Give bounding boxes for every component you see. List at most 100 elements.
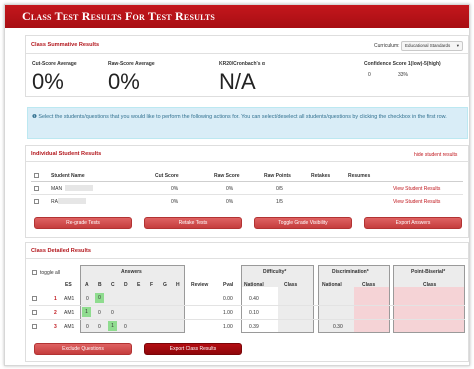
curriculum-select[interactable]: Educational Standards ▾ (401, 41, 463, 51)
discrimination-header: Discrimination* (332, 269, 369, 275)
answer-a: 0 (86, 296, 89, 302)
export-answers-button[interactable]: Export Answers (364, 217, 462, 229)
col-e: E (137, 282, 141, 288)
col-review: Review (191, 282, 209, 288)
col-disc-class: Class (362, 282, 376, 288)
pval-value: 0.00 (223, 296, 233, 302)
col-d: D (124, 282, 128, 288)
answer-b: 0 (98, 310, 101, 316)
kr20-label: KR20/Cronbach's α (219, 61, 265, 67)
answer-a: 1 (82, 307, 91, 317)
student-name: MAN (51, 186, 63, 192)
col-c: C (111, 282, 115, 288)
redacted-name (65, 185, 93, 191)
exclude-questions-button[interactable]: Exclude Questions (34, 343, 132, 355)
confidence-percent: 33% (398, 72, 409, 78)
col-g: G (163, 282, 167, 288)
curriculum-label: Curriculum: (374, 43, 400, 49)
window-title: Class Test Results For Test Results (5, 5, 469, 28)
question-number: 2 (54, 310, 57, 316)
col-diff-class: Class (284, 282, 298, 288)
question-es: AM1 (64, 310, 75, 316)
discrimination-class: 0.30 (333, 324, 343, 330)
student-raw: 0% (226, 186, 234, 192)
col-a: A (85, 282, 89, 288)
row-line (29, 305, 465, 306)
retake-tests-button[interactable]: Retake Tests (144, 217, 242, 229)
view-student-results-link[interactable]: View Student Results (393, 199, 440, 205)
pb-class-column (394, 287, 464, 332)
info-alert: ❶ Select the students/questions that you… (27, 107, 468, 139)
question-es: AM1 (64, 324, 75, 330)
question-checkbox[interactable] (32, 310, 37, 315)
cut-score-value: 0% (32, 69, 64, 94)
question-checkbox[interactable] (32, 296, 37, 301)
header-cut-score: Cut Score (155, 173, 179, 179)
col-pb-class: Class (423, 282, 437, 288)
difficulty-header: Difficulty* (263, 269, 287, 275)
student-checkbox[interactable] (34, 199, 39, 204)
toggle-all-checkbox[interactable] (32, 270, 37, 275)
diff-national-column (242, 287, 278, 332)
difficulty-national: 0.10 (249, 310, 259, 316)
regrade-tests-button[interactable]: Re-grade Tests (34, 217, 132, 229)
question-number: 3 (54, 324, 57, 330)
confidence-label: Confidence Score 1(low)-5(high) (364, 61, 441, 67)
header-student-name: Student Name (51, 173, 85, 179)
disc-class-column (354, 287, 389, 332)
info-text: Select the students/questions that you w… (38, 114, 447, 120)
raw-score-value: 0% (108, 69, 140, 94)
cut-score-label: Cut-Score Average (32, 61, 77, 67)
confidence-number: 0 (368, 72, 371, 78)
individual-title: Individual Student Results (31, 151, 102, 157)
view-student-results-link[interactable]: View Student Results (393, 186, 440, 192)
redacted-name (58, 198, 86, 204)
header-row-line (31, 181, 463, 182)
answer-c: 1 (108, 321, 117, 331)
kr20-value: N/A (219, 69, 256, 94)
col-h: H (176, 282, 180, 288)
answers-header: Answers (121, 269, 142, 275)
question-es: AM1 (64, 296, 75, 302)
header-resumes: Resumes (348, 173, 371, 179)
col-disc-national: National (322, 282, 342, 288)
student-points: 0/5 (276, 186, 283, 192)
detailed-panel: Class Detailed Results toggle all Answer… (25, 242, 469, 362)
header-raw-points: Raw Points (264, 173, 291, 179)
toggle-all-label: toggle all (40, 270, 61, 276)
raw-score-label: Raw-Score Average (108, 61, 155, 67)
curriculum-value: Educational Standards (405, 43, 451, 48)
header-retakes: Retakes (311, 173, 331, 179)
answer-b: 0 (95, 293, 104, 303)
student-raw: 0% (226, 199, 234, 205)
hide-student-results-link[interactable]: hide student results (414, 152, 457, 158)
student-cut: 0% (171, 186, 179, 192)
question-checkbox[interactable] (32, 324, 37, 329)
results-window: Class Test Results For Test Results Clas… (4, 4, 470, 366)
answer-b: 0 (98, 324, 101, 330)
answer-c: 0 (111, 310, 114, 316)
col-b: B (98, 282, 102, 288)
toggle-grade-visibility-button[interactable]: Toggle Grade Visibility (254, 217, 352, 229)
individual-panel: Individual Student Results hide student … (25, 145, 469, 238)
export-class-results-button[interactable]: Export Class Results (144, 343, 242, 355)
point-biserial-header: Point-Biserial* (411, 269, 446, 275)
row-line (29, 319, 465, 320)
answer-a: 0 (86, 324, 89, 330)
student-name: RA (51, 199, 58, 205)
answer-d: 0 (124, 324, 127, 330)
detailed-title: Class Detailed Results (31, 248, 92, 254)
info-icon: ❶ (32, 114, 37, 120)
question-number: 1 (54, 296, 57, 302)
select-all-students-checkbox[interactable] (34, 173, 39, 178)
col-es: ES (65, 282, 72, 288)
header-raw-score: Raw Score (214, 173, 240, 179)
chevron-down-icon: ▾ (456, 43, 459, 48)
col-f: F (150, 282, 154, 288)
difficulty-national: 0.39 (249, 324, 259, 330)
difficulty-national: 0.40 (249, 296, 259, 302)
pval-value: 1.00 (223, 324, 233, 330)
student-points: 1/5 (276, 199, 283, 205)
col-pval: Pval (223, 282, 234, 288)
student-checkbox[interactable] (34, 186, 39, 191)
